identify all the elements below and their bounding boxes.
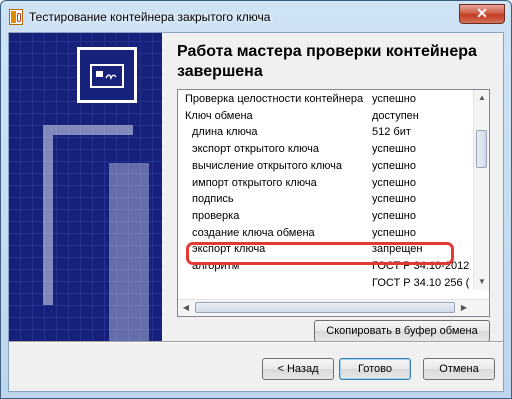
result-name: длина ключа xyxy=(192,126,258,139)
result-value: успешно xyxy=(372,193,416,206)
close-icon: ✕ xyxy=(476,5,488,21)
result-value: успешно xyxy=(372,209,416,222)
close-button[interactable]: ✕ xyxy=(459,4,505,24)
result-name: подпись xyxy=(192,193,234,206)
banner-decoration xyxy=(109,163,149,341)
results-list[interactable]: Проверка целостности контейнера успешно Кл… xyxy=(177,89,490,317)
result-row[interactable]: проверка успешно xyxy=(178,209,474,226)
result-name: экспорт открытого ключа xyxy=(192,143,320,156)
result-row[interactable]: импорт открытого ключа успешно xyxy=(178,176,474,193)
vertical-scroll-thumb[interactable] xyxy=(476,130,487,168)
result-value: ГОСТ Р 34.10 256 ( xyxy=(372,276,470,289)
result-name: Проверка целостности контейнера xyxy=(185,93,364,105)
horizontal-scroll-thumb[interactable] xyxy=(195,302,455,313)
result-value: 512 бит xyxy=(372,126,411,139)
page-title: Работа мастера проверки контейнера завер… xyxy=(177,43,477,80)
result-row[interactable]: Ключ обмена доступен xyxy=(178,109,474,126)
dialog-body: Работа мастера проверки контейнера завер… xyxy=(8,32,504,392)
result-value: успешно xyxy=(372,226,416,239)
result-name: проверка xyxy=(192,209,240,222)
result-value: доступен xyxy=(372,109,419,122)
window-title: Тестирование контейнера закрытого ключа xyxy=(29,10,271,24)
result-row[interactable]: создание ключа обмена успешно xyxy=(178,226,474,243)
result-row[interactable]: Проверка целостности контейнера успешно xyxy=(178,92,474,109)
scroll-left-arrow-icon[interactable]: ◀ xyxy=(178,300,194,316)
vertical-scrollbar[interactable]: ▲ ▼ xyxy=(473,90,489,290)
result-name: создание ключа обмена xyxy=(192,226,315,239)
copy-to-clipboard-button[interactable]: Скопировать в буфер обмена xyxy=(314,320,490,342)
result-row[interactable]: длина ключа 512 бит xyxy=(178,125,474,142)
footer-divider xyxy=(9,341,503,343)
dialog-window: Тестирование контейнера закрытого ключа … xyxy=(0,0,512,399)
back-button[interactable]: < Назад xyxy=(262,358,334,380)
export-key-highlight xyxy=(186,242,454,265)
result-name: импорт открытого ключа xyxy=(192,176,317,189)
result-row[interactable]: экспорт открытого ключа успешно xyxy=(178,142,474,159)
app-icon xyxy=(9,9,23,25)
horizontal-scrollbar[interactable]: ◀ ▶ xyxy=(178,299,489,316)
result-value: успешно xyxy=(372,176,416,189)
title-bar[interactable]: Тестирование контейнера закрытого ключа … xyxy=(1,1,511,31)
scroll-up-arrow-icon[interactable]: ▲ xyxy=(474,90,489,106)
done-button[interactable]: Готово xyxy=(339,358,411,380)
result-name: вычисление открытого ключа xyxy=(192,159,342,172)
card-icon xyxy=(90,64,124,88)
result-row[interactable]: вычисление открытого ключа успешно xyxy=(178,159,474,176)
cancel-button[interactable]: Отмена xyxy=(423,358,495,380)
scroll-down-arrow-icon[interactable]: ▼ xyxy=(474,274,489,290)
result-value: успешно xyxy=(372,143,416,156)
result-value: успешно xyxy=(372,93,416,105)
scroll-right-arrow-icon[interactable]: ▶ xyxy=(456,300,472,316)
result-name: Ключ обмена xyxy=(185,109,253,122)
result-row[interactable]: подпись успешно xyxy=(178,192,474,209)
side-banner xyxy=(9,33,162,341)
result-row[interactable]: ГОСТ Р 34.10 256 ( xyxy=(178,276,474,293)
result-value: успешно xyxy=(372,159,416,172)
certificate-icon xyxy=(77,47,137,103)
